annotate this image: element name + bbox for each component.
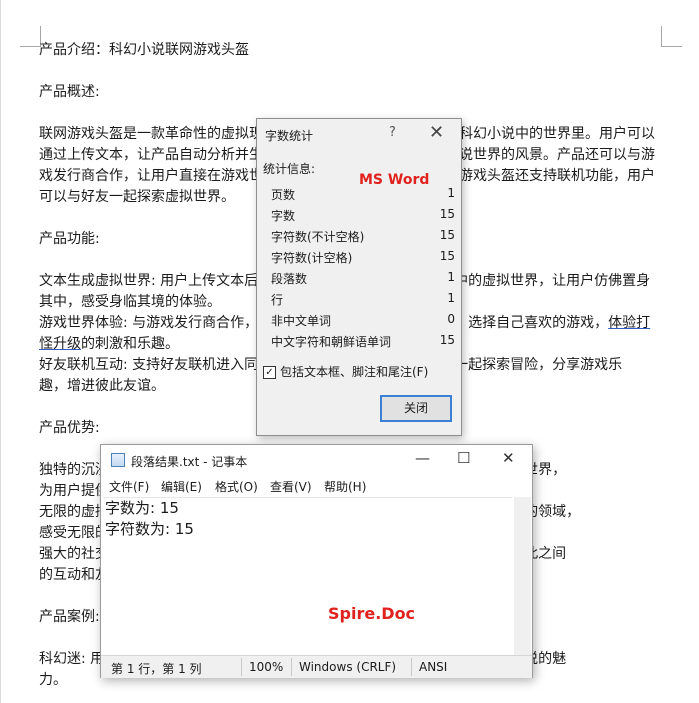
status-divider (411, 658, 412, 676)
stat-row-lines: 行 1 (271, 291, 455, 311)
close-icon[interactable]: ✕ (502, 449, 515, 467)
vertical-scrollbar[interactable] (514, 497, 531, 655)
stat-row-pages: 页数 1 (271, 186, 455, 206)
spire-doc-label: Spire.Doc (328, 604, 416, 623)
spelling-underline-cont: 怪升级 (39, 336, 81, 352)
stat-label: 页数 (271, 188, 296, 202)
maximize-icon[interactable]: ☐ (457, 449, 470, 467)
statistics-label: 统计信息: (263, 162, 316, 176)
stat-value: 15 (439, 228, 455, 242)
minimize-icon[interactable]: — (415, 449, 430, 467)
margin-corner-mark (661, 26, 682, 47)
status-divider (241, 658, 242, 676)
menu-file[interactable]: 文件(F) (109, 478, 149, 495)
stat-value: 15 (439, 249, 455, 263)
help-icon[interactable]: ? (389, 125, 396, 140)
dialog-title: 字数统计 (265, 129, 314, 143)
notepad-icon (111, 453, 125, 467)
menu-bar: 文件(F) 编辑(E) 格式(O) 查看(V) 帮助(H) (101, 475, 532, 495)
stat-label: 段落数 (271, 272, 308, 286)
stat-value: 15 (439, 207, 455, 221)
stat-row-chars-no-spaces: 字符数(不计空格) 15 (271, 228, 455, 248)
stat-label: 中文字符和朝鲜语单词 (271, 335, 392, 349)
spelling-underline: 体验打 (608, 315, 651, 331)
stat-label: 行 (271, 293, 284, 307)
notepad-window: 段落结果.txt - 记事本 — ☐ ✕ 文件(F) 编辑(E) 格式(O) 查… (100, 444, 533, 678)
margin-corner-mark (20, 26, 41, 47)
menu-format[interactable]: 格式(O) (215, 478, 258, 495)
editor-line: 字数为: 15 (105, 499, 179, 517)
doc-line: 产品概述: (39, 84, 100, 100)
stat-value: 1 (447, 186, 455, 200)
menu-help[interactable]: 帮助(H) (324, 478, 366, 495)
window-title: 段落结果.txt - 记事本 (131, 455, 248, 469)
zoom-level: 100% (249, 660, 284, 674)
stat-row-words: 字数 15 (271, 207, 455, 227)
stat-value: 1 (447, 270, 455, 284)
title-bar[interactable]: 段落结果.txt - 记事本 — ☐ ✕ (101, 445, 532, 475)
word-count-dialog: 字数统计 ? ✕ 统计信息: MS Word 页数 1 字数 15 字符数(不计… (256, 118, 462, 436)
stat-row-cjk-words: 中文字符和朝鲜语单词 15 (271, 333, 455, 353)
stat-row-paragraphs: 段落数 1 (271, 270, 455, 290)
stat-label: 非中文单词 (271, 314, 332, 328)
checkbox-label: 包括文本框、脚注和尾注(F) (280, 365, 429, 379)
line-ending: Windows (CRLF) (299, 660, 397, 674)
checkbox-check-icon[interactable]: ✓ (263, 366, 276, 379)
cursor-position: 第 1 行，第 1 列 (111, 662, 202, 676)
stat-row-chars-with-spaces: 字符数(计空格) 15 (271, 249, 455, 269)
stat-value: 0 (447, 312, 455, 326)
stat-value: 15 (439, 333, 455, 347)
status-divider (291, 658, 292, 676)
menu-edit[interactable]: 编辑(E) (161, 478, 202, 495)
include-textboxes-checkbox[interactable]: ✓ 包括文本框、脚注和尾注(F) (263, 363, 428, 380)
close-icon[interactable]: ✕ (429, 122, 444, 143)
stat-label: 字符数(计空格) (271, 251, 353, 265)
status-bar: 第 1 行，第 1 列 100% Windows (CRLF) ANSI (101, 655, 532, 678)
doc-line: 产品介绍：科幻小说联网游戏头盔 (39, 42, 249, 58)
text-editor[interactable]: 字数为: 15 字符数为: 15 Spire.Doc (103, 497, 512, 656)
stat-row-non-chinese-words: 非中文单词 0 (271, 312, 455, 332)
encoding: ANSI (419, 660, 448, 674)
stat-label: 字数 (271, 209, 296, 223)
close-button[interactable]: 关闭 (380, 395, 452, 422)
editor-line: 字符数为: 15 (105, 520, 194, 538)
stat-value: 1 (447, 291, 455, 305)
menu-view[interactable]: 查看(V) (270, 478, 312, 495)
doc-line-text: 的刺激和乐趣。 (81, 336, 179, 352)
stat-label: 字符数(不计空格) (271, 230, 365, 244)
